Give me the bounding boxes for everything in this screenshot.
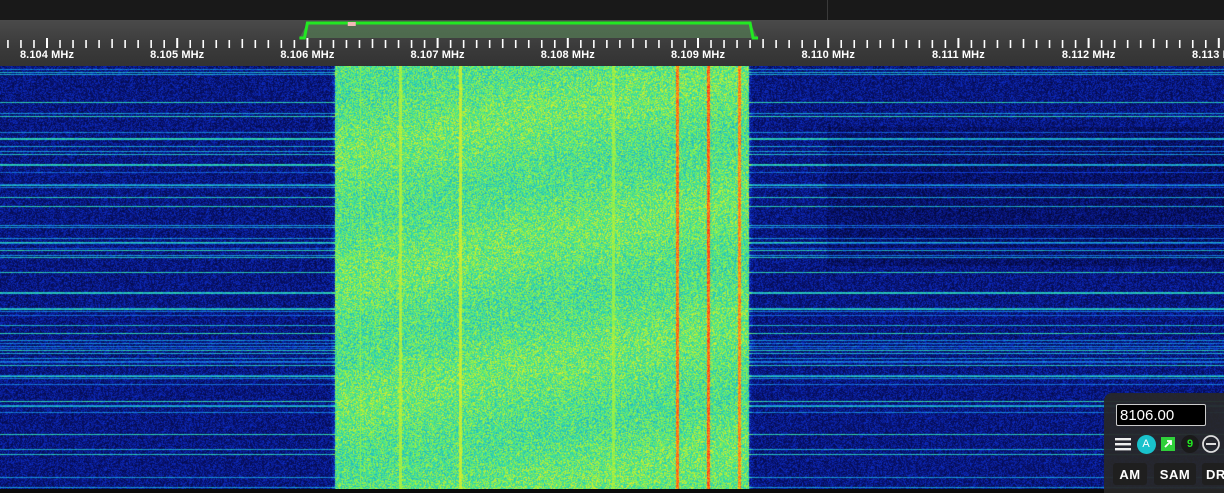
scale-label: 8.104 MHz bbox=[19, 49, 75, 61]
waterfall-display[interactable] bbox=[0, 66, 1224, 489]
menu-icon[interactable] bbox=[1112, 433, 1134, 455]
top-bar-divider bbox=[827, 0, 828, 20]
agc-label: A bbox=[1136, 434, 1156, 454]
agc-icon[interactable]: A bbox=[1135, 433, 1157, 455]
mode-drm-button[interactable]: DRM bbox=[1202, 463, 1224, 485]
scale-label: 8.109 MHz bbox=[670, 49, 726, 61]
control-panel: A 9 AM SAM DRM bbox=[1104, 393, 1224, 493]
carrier-marker bbox=[347, 22, 356, 26]
frequency-input[interactable] bbox=[1116, 404, 1206, 426]
link-icon[interactable] bbox=[1157, 433, 1179, 455]
scale-label: 8.106 MHz bbox=[280, 49, 335, 61]
scale-label: 8.105 MHz bbox=[150, 49, 205, 61]
scale-label: 8.110 MHz bbox=[801, 49, 855, 61]
minus-circle-icon[interactable] bbox=[1200, 433, 1222, 455]
scale-label: 8.107 MHz bbox=[410, 49, 465, 61]
scale-label: 8.108 MHz bbox=[540, 49, 595, 61]
waterfall-canvas[interactable] bbox=[0, 66, 1224, 489]
frequency-scale[interactable]: 8.104 MHz 8.105 MHz 8.106 MHz 8.107 MHz 8.10… bbox=[0, 20, 1224, 66]
step-icon[interactable]: 9 bbox=[1179, 433, 1201, 455]
mode-sam-button[interactable]: SAM bbox=[1154, 463, 1196, 485]
scale-label: 8.113 MHz bbox=[1192, 49, 1224, 61]
mode-am-button[interactable]: AM bbox=[1113, 463, 1147, 485]
scale-label: 8.112 MHz bbox=[1061, 49, 1116, 61]
scale-label: 8.111 MHz bbox=[931, 49, 985, 61]
top-bar bbox=[0, 0, 1224, 20]
passband-fill bbox=[299, 23, 759, 38]
step-label: 9 bbox=[1181, 435, 1199, 453]
